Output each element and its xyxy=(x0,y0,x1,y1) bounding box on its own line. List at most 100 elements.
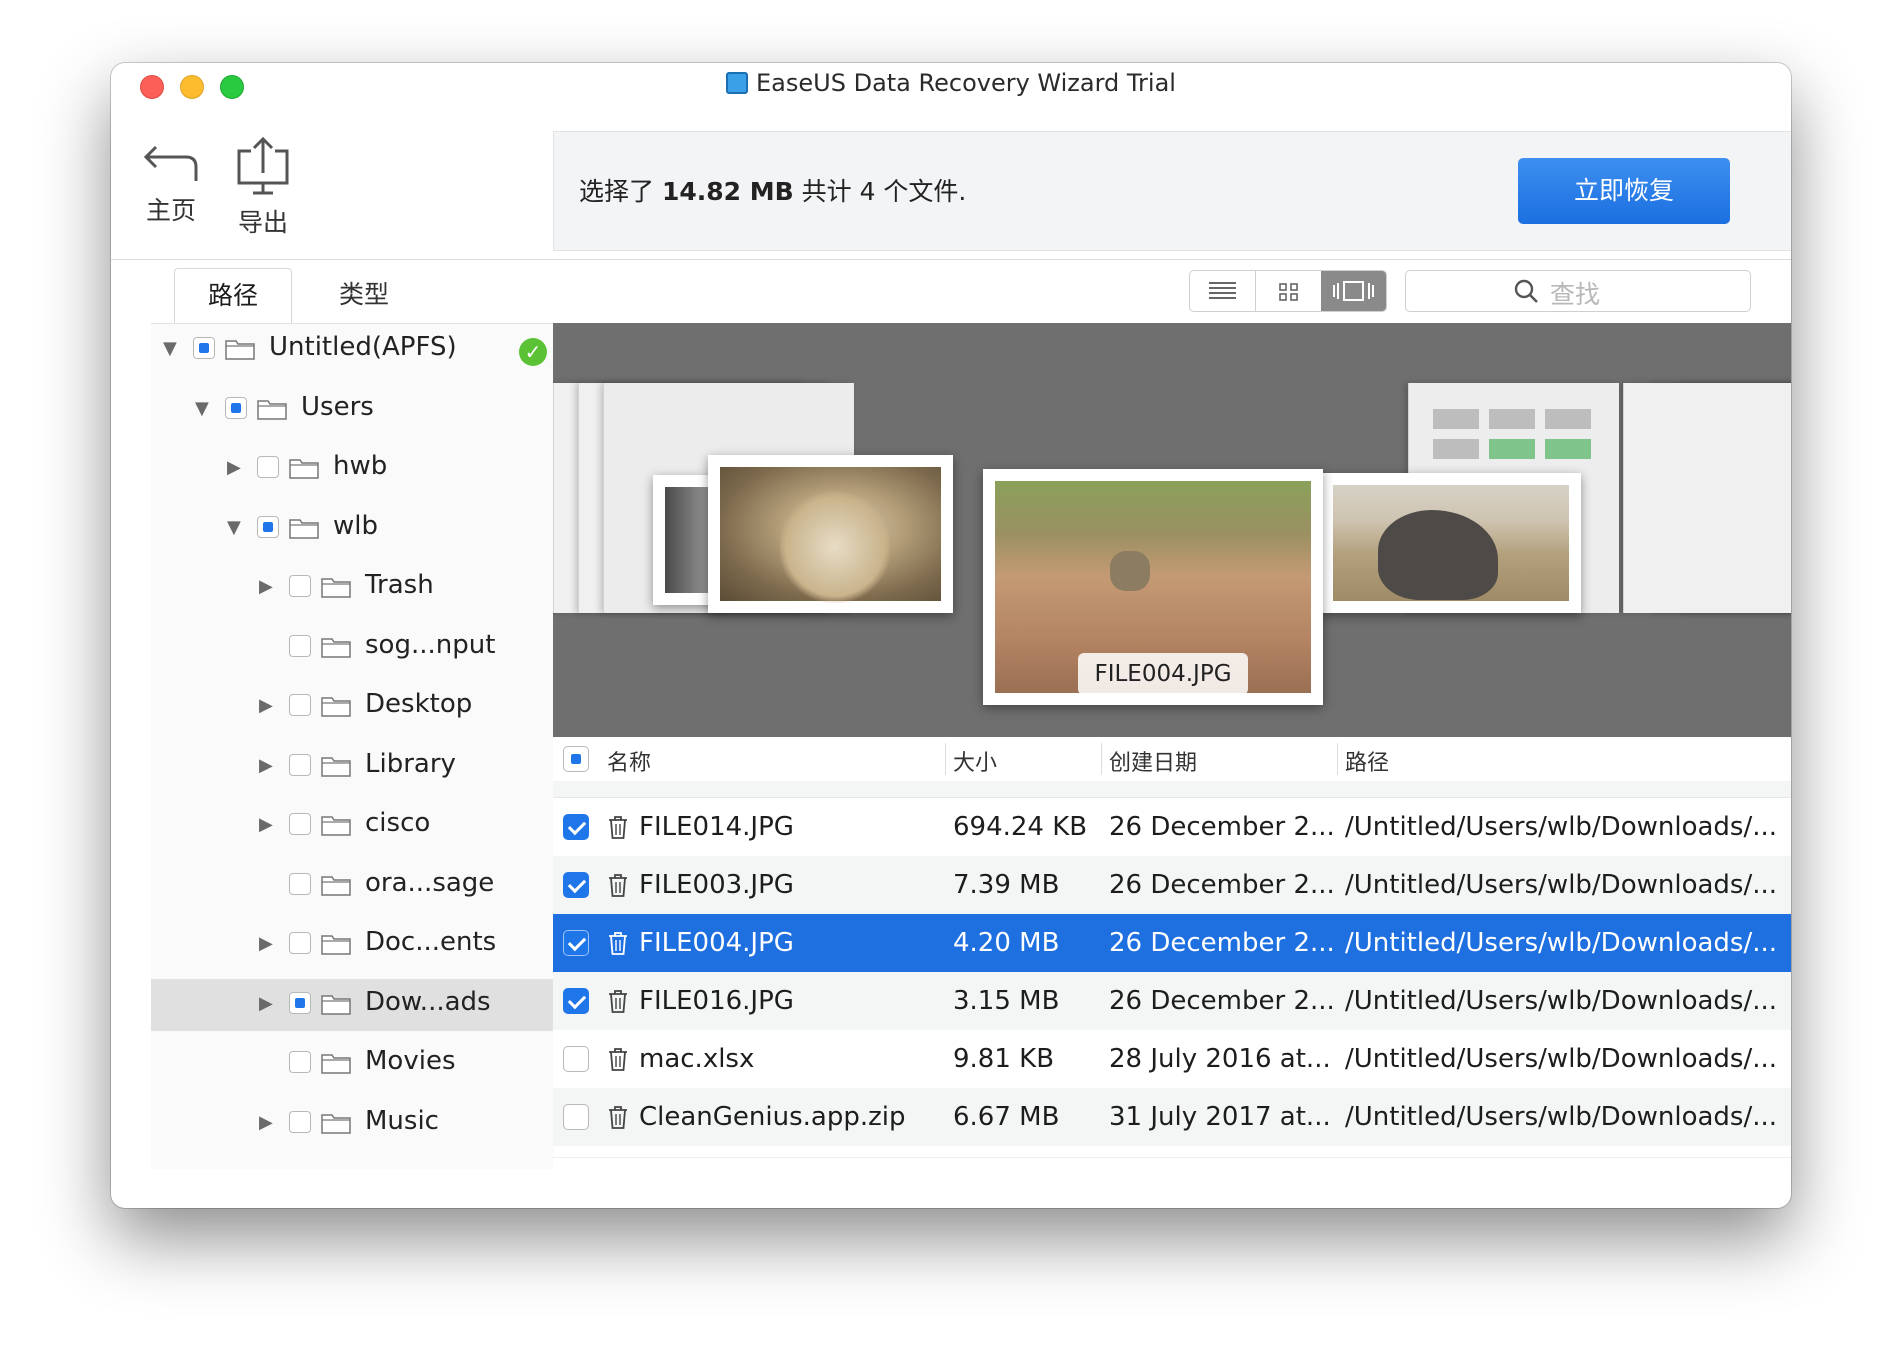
tree-item-label: hwb xyxy=(333,451,388,481)
home-button[interactable]: 主页 xyxy=(141,141,201,227)
deleted-file-icon xyxy=(607,930,629,956)
preview-thumb-elephant[interactable] xyxy=(1321,473,1581,613)
row-checkbox[interactable] xyxy=(563,1046,589,1072)
expand-arrow-icon[interactable]: ▶ xyxy=(259,576,273,597)
deleted-file-icon xyxy=(607,988,629,1014)
list-view-button[interactable] xyxy=(1190,271,1255,311)
table-row[interactable]: FILE014.JPG 694.24 KB 26 December 2... /Unt… xyxy=(553,798,1791,856)
tree-item[interactable]: ▶ Music xyxy=(151,1098,553,1150)
tree-item[interactable]: ▶ Doc...ents xyxy=(151,919,553,971)
tree-item[interactable]: ▼ Untitled(APFS) ✓ xyxy=(151,324,553,376)
tree-checkbox[interactable] xyxy=(257,515,279,538)
tree-item[interactable]: ▶ hwb xyxy=(151,443,553,495)
tree-item-label: wlb xyxy=(333,510,378,541)
folder-icon xyxy=(321,636,351,658)
tree-item-label: cisco xyxy=(365,808,431,838)
tree-checkbox[interactable] xyxy=(225,396,247,419)
tree-item-label: sog...nput xyxy=(365,629,496,660)
list-view-icon xyxy=(1209,282,1236,299)
tree-checkbox[interactable] xyxy=(193,337,215,359)
tab-path[interactable]: 路径 xyxy=(174,268,292,323)
column-separator[interactable] xyxy=(945,743,946,775)
collapse-arrow-icon[interactable]: ▼ xyxy=(195,398,209,419)
table-row[interactable]: FILE004.JPG 4.20 MB 26 December 2... /Untit… xyxy=(553,914,1791,972)
file-size: 3.15 MB xyxy=(953,986,1060,1016)
tab-type[interactable]: 类型 xyxy=(306,268,422,322)
column-header-path[interactable]: 路径 xyxy=(1345,745,1389,777)
tree-checkbox[interactable] xyxy=(289,575,311,597)
grid-view-button[interactable] xyxy=(1255,271,1321,311)
row-checkbox[interactable] xyxy=(563,814,589,840)
tree-checkbox[interactable] xyxy=(289,872,311,895)
tree-item[interactable]: Movies xyxy=(151,1038,553,1090)
folder-icon xyxy=(321,695,351,717)
row-checkbox[interactable] xyxy=(563,988,589,1014)
file-name: FILE016.JPG xyxy=(639,986,794,1016)
tree-item[interactable]: ▶ Trash xyxy=(151,562,553,614)
back-arrow-icon xyxy=(143,145,198,181)
column-header-name[interactable]: 名称 xyxy=(607,745,651,777)
tree-checkbox[interactable] xyxy=(289,813,311,835)
row-checkbox[interactable] xyxy=(563,872,589,898)
search-field[interactable]: 查找 xyxy=(1405,270,1751,312)
column-header-date[interactable]: 创建日期 xyxy=(1109,745,1197,777)
file-date: 26 December 2... xyxy=(1109,870,1335,900)
file-size: 694.24 KB xyxy=(953,812,1088,842)
tree-checkbox[interactable] xyxy=(257,456,279,478)
tree-item[interactable]: ora...sage xyxy=(151,860,553,912)
column-separator[interactable] xyxy=(1337,743,1338,775)
expand-arrow-icon[interactable]: ▶ xyxy=(227,457,241,478)
expand-arrow-icon[interactable]: ▶ xyxy=(259,814,273,835)
table-row[interactable]: FILE003.JPG 7.39 MB 26 December 2... /Untit… xyxy=(553,856,1791,914)
summary-size: 14.82 MB xyxy=(661,177,794,206)
preview-doc-right-1 xyxy=(1623,383,1791,613)
preview-thumb-cheetah[interactable] xyxy=(708,455,953,613)
tree-item[interactable]: ▼ Users xyxy=(151,384,553,436)
row-checkbox[interactable] xyxy=(563,1104,589,1130)
tree-checkbox[interactable] xyxy=(289,694,311,716)
tree-checkbox[interactable] xyxy=(289,753,311,776)
table-header: 名称 大小 创建日期 路径 xyxy=(553,737,1791,782)
tree-checkbox[interactable] xyxy=(289,991,311,1014)
expand-arrow-icon[interactable]: ▶ xyxy=(259,755,273,776)
tree-item-label: Desktop xyxy=(365,689,473,719)
tree-item[interactable]: ▶ Dow...ads xyxy=(151,978,553,1031)
table-row[interactable]: FILE016.JPG 3.15 MB 26 December 2... /Untit… xyxy=(553,972,1791,1030)
collapse-arrow-icon[interactable]: ▼ xyxy=(227,517,241,538)
expand-arrow-icon[interactable]: ▶ xyxy=(259,933,273,954)
window-title-text: EaseUS Data Recovery Wizard Trial xyxy=(756,69,1176,97)
column-separator[interactable] xyxy=(1101,743,1102,775)
tree-item[interactable]: ▶ Desktop xyxy=(151,681,553,733)
export-button[interactable]: 导出 xyxy=(228,135,298,239)
tree-item-label: Users xyxy=(301,391,374,422)
recover-now-button[interactable]: 立即恢复 xyxy=(1518,158,1730,224)
collapse-arrow-icon[interactable]: ▼ xyxy=(163,338,177,359)
table-row[interactable]: mac.xlsx 9.81 KB 28 July 2016 at... /Untitl… xyxy=(553,1030,1791,1088)
expand-arrow-icon[interactable]: ▶ xyxy=(259,695,273,716)
tree-checkbox[interactable] xyxy=(289,1051,311,1073)
deleted-file-icon xyxy=(607,1104,629,1130)
tree-checkbox[interactable] xyxy=(289,932,311,954)
tree-item[interactable]: ▶ Library xyxy=(151,741,553,793)
tree-checkbox[interactable] xyxy=(289,1110,311,1133)
tree-item[interactable]: ▼ wlb xyxy=(151,503,553,555)
file-name: FILE003.JPG xyxy=(639,870,794,900)
file-path: /Untitled/Users/wlb/Downloads/... xyxy=(1345,928,1778,958)
row-checkbox[interactable] xyxy=(563,930,589,956)
expand-arrow-icon[interactable]: ▶ xyxy=(259,993,273,1014)
column-header-size[interactable]: 大小 xyxy=(953,745,997,777)
file-size: 7.39 MB xyxy=(953,870,1060,900)
file-size: 9.81 KB xyxy=(953,1044,1055,1074)
grid-view-icon xyxy=(1279,283,1298,301)
coverflow-view-button[interactable] xyxy=(1321,271,1386,311)
table-row[interactable]: CleanGenius.app.zip 6.67 MB 31 July 2017 a… xyxy=(553,1088,1791,1146)
folder-icon xyxy=(321,993,351,1015)
folder-icon xyxy=(289,457,319,479)
tree-item[interactable]: ▶ cisco xyxy=(151,800,553,852)
app-icon xyxy=(726,72,749,94)
tree-checkbox[interactable] xyxy=(289,634,311,657)
expand-arrow-icon[interactable]: ▶ xyxy=(259,1112,273,1133)
tree-item[interactable]: sog...nput xyxy=(151,622,553,674)
file-table: 名称 大小 创建日期 路径 FILE014.JPG 694.24 KB 26 Dec… xyxy=(553,737,1791,1168)
select-all-checkbox[interactable] xyxy=(563,746,589,772)
